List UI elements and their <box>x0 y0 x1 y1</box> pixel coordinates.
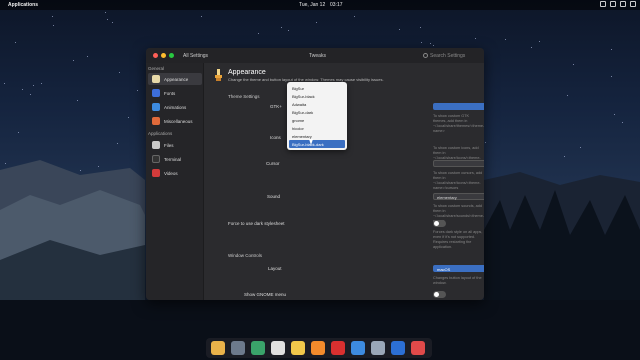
gnome-menu-toggle[interactable] <box>433 291 446 298</box>
cursor-label: Cursor <box>266 161 280 166</box>
cursor-combo[interactable]: ▾ <box>433 160 484 167</box>
gtk-label: GTK+ <box>270 104 282 109</box>
sound-combo[interactable]: elementary ▾ <box>433 193 484 200</box>
dropdown-option[interactable]: BigSur-dark <box>289 108 345 116</box>
dropdown-option[interactable]: elementary <box>289 132 345 140</box>
force-dark-label: Force to use dark stylesheet <box>228 221 285 226</box>
cursor-hint: To show custom cursors, add them in ~/.l… <box>433 171 483 190</box>
appearance-icon <box>152 75 160 83</box>
all-settings-button[interactable]: All Settings <box>183 53 208 59</box>
top-panel: Applications Tue, Jan 12 03:17 <box>0 0 640 10</box>
videos-icon <box>152 169 160 177</box>
dropdown-option[interactable]: Adwaita <box>289 100 345 108</box>
sound-combo-value: elementary <box>437 195 457 200</box>
terminal-icon <box>152 155 160 163</box>
layout-combo-value: macOS <box>437 267 451 272</box>
calendar-icon[interactable] <box>291 341 305 355</box>
dropdown-option[interactable]: BigSur <box>289 84 345 92</box>
sidebar-item-fonts[interactable]: Fonts <box>148 87 202 99</box>
sidebar-item-label: Fonts <box>164 91 176 96</box>
force-dark-hint: Forces dark style on all apps, even if i… <box>433 230 483 249</box>
mail-icon[interactable] <box>271 341 285 355</box>
volume-icon[interactable] <box>610 1 616 7</box>
music-icon[interactable] <box>311 341 325 355</box>
search-input[interactable]: Search Settings <box>421 51 477 60</box>
dropdown-option[interactable]: BigSur-black <box>289 92 345 100</box>
brush-icon <box>215 69 222 81</box>
toggle-knob <box>434 221 439 226</box>
sidebar-header-general: General <box>148 66 165 71</box>
minimize-button[interactable] <box>161 53 166 58</box>
animations-icon <box>152 103 160 111</box>
force-dark-toggle[interactable] <box>433 220 446 227</box>
fonts-icon <box>152 89 160 97</box>
sidebar-item-label: Miscellaneous <box>164 119 193 124</box>
notifications-icon[interactable] <box>630 1 636 7</box>
sidebar-header-applications: Applications <box>148 131 173 136</box>
applications-menu[interactable]: Applications <box>8 2 38 8</box>
sidebar-item-appearance[interactable]: Appearance <box>148 73 202 85</box>
browser-icon[interactable] <box>251 341 265 355</box>
sound-label: Sound <box>267 194 281 199</box>
close-button[interactable] <box>153 53 158 58</box>
dropdown-option-selected[interactable]: BigSur-black-dark <box>289 140 345 148</box>
mouse-pointer-icon <box>309 139 313 145</box>
theme-settings-header: Theme Settings <box>228 94 260 99</box>
appcenter-icon[interactable] <box>351 341 365 355</box>
dropdown-option[interactable]: hicolor <box>289 124 345 132</box>
sidebar: General Appearance Fonts Animations Misc… <box>146 63 204 300</box>
videos-icon[interactable] <box>231 341 245 355</box>
misc-icon <box>152 117 160 125</box>
settings-icon[interactable] <box>371 341 385 355</box>
files-icon[interactable] <box>211 341 225 355</box>
sidebar-item-videos[interactable]: Videos <box>148 167 202 179</box>
power-icon[interactable] <box>620 1 626 7</box>
sidebar-item-terminal[interactable]: Terminal <box>148 153 202 165</box>
layout-hint: Changes button layout of the window. <box>433 276 482 285</box>
sidebar-item-miscellaneous[interactable]: Miscellaneous <box>148 115 202 127</box>
window-title: Tweaks <box>309 53 326 59</box>
sidebar-item-files[interactable]: Files <box>148 139 202 151</box>
files-icon <box>152 141 160 149</box>
icons-theme-dropdown: BigSur BigSur-black Adwaita BigSur-dark … <box>287 82 347 150</box>
panel-date[interactable]: Tue, Jan 12 <box>299 2 325 8</box>
terminal-icon[interactable] <box>391 341 405 355</box>
maximize-button[interactable] <box>169 53 174 58</box>
sidebar-item-label: Terminal <box>164 157 182 162</box>
search-icon <box>423 53 428 58</box>
page-title: Appearance <box>228 69 266 76</box>
layout-label: Layout <box>268 266 282 271</box>
network-icon[interactable] <box>600 1 606 7</box>
gtk-hint: To show custom GTK themes, add them in ~… <box>433 114 484 133</box>
sidebar-item-animations[interactable]: Animations <box>148 101 202 113</box>
dropdown-option[interactable]: gnome <box>289 116 345 124</box>
sidebar-item-label: Animations <box>164 105 187 110</box>
icons-label: Icons <box>270 135 281 140</box>
system-tray <box>600 1 636 7</box>
toggle-knob <box>434 292 439 297</box>
search-placeholder: Search Settings <box>430 53 466 59</box>
layout-combo[interactable]: macOS ▾ <box>433 265 484 272</box>
photos-icon[interactable] <box>331 341 345 355</box>
title-bar: All Settings Tweaks Search Settings <box>146 48 484 63</box>
sidebar-item-label: Videos <box>164 171 178 176</box>
sidebar-item-label: Files <box>164 143 174 148</box>
window-controls-header: Window Controls <box>228 253 263 258</box>
dock <box>206 338 432 358</box>
panel-time[interactable]: 03:17 <box>330 2 343 8</box>
gtk-theme-combo[interactable]: ▾ <box>433 103 484 110</box>
system-icon[interactable] <box>411 341 425 355</box>
sidebar-item-label: Appearance <box>164 77 189 82</box>
gnome-menu-label: Show GNOME menu <box>244 292 287 297</box>
